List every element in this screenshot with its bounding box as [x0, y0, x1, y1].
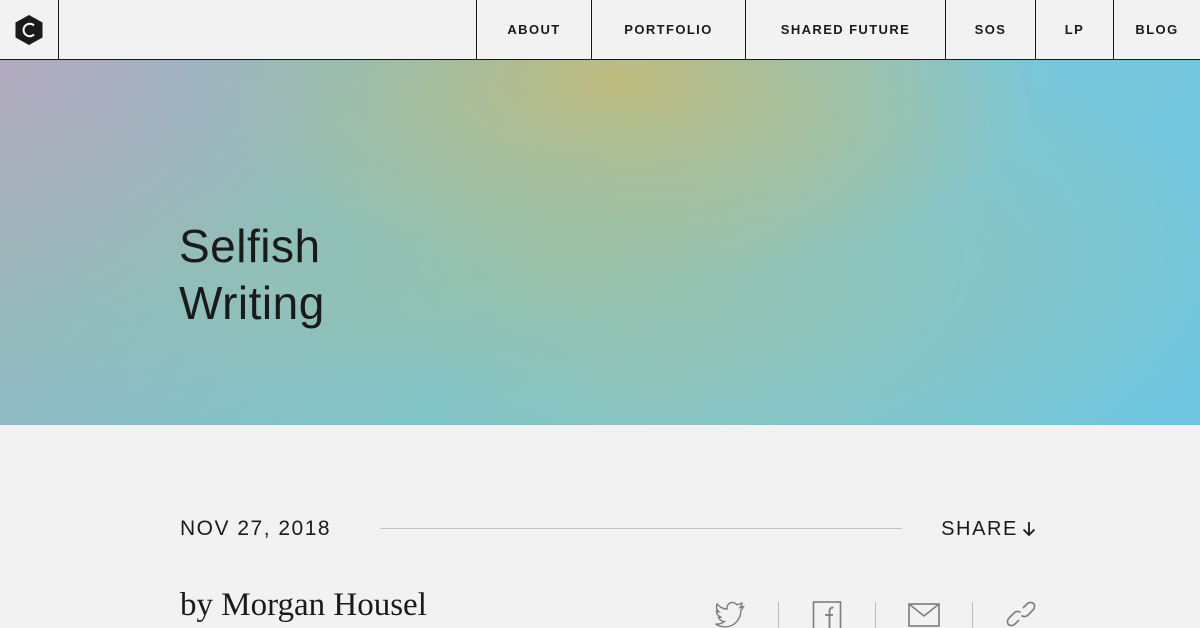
- article-meta-row: NOV 27, 2018 SHARE: [180, 515, 1036, 543]
- link-icon: [1006, 601, 1036, 627]
- nav-blog[interactable]: BLOG: [1113, 0, 1200, 59]
- share-email-button[interactable]: [904, 598, 944, 628]
- share-label: SHARE: [941, 518, 1018, 540]
- share-link-button[interactable]: [1001, 598, 1041, 628]
- nav-shared-future[interactable]: SHARED FUTURE: [745, 0, 945, 59]
- main-nav: ABOUT PORTFOLIO SHARED FUTURE SOS LP BLO…: [476, 0, 1200, 59]
- icon-divider: [875, 602, 876, 628]
- publish-date: NOV 27, 2018: [180, 517, 332, 540]
- twitter-icon: [715, 601, 745, 628]
- meta-divider-line: [380, 528, 902, 529]
- article-title: Selfish Writing: [179, 218, 599, 332]
- facebook-icon: [812, 601, 842, 628]
- nav-about[interactable]: ABOUT: [476, 0, 591, 59]
- author-byline: by Morgan Housel: [180, 587, 427, 623]
- title-line-1: Selfish: [179, 220, 321, 272]
- icon-divider: [972, 602, 973, 628]
- icon-divider: [778, 602, 779, 628]
- nav-lp[interactable]: LP: [1035, 0, 1113, 59]
- share-toggle-button[interactable]: SHARE: [941, 515, 1036, 543]
- logo-link[interactable]: [0, 0, 59, 59]
- nav-sos[interactable]: SOS: [945, 0, 1035, 59]
- arrow-down-icon: [1022, 522, 1036, 537]
- title-line-2: Writing: [179, 277, 325, 329]
- share-facebook-button[interactable]: [807, 598, 847, 628]
- top-navigation-bar: ABOUT PORTFOLIO SHARED FUTURE SOS LP BLO…: [0, 0, 1200, 60]
- hexagon-c-logo-icon: [15, 15, 43, 45]
- nav-portfolio[interactable]: PORTFOLIO: [591, 0, 745, 59]
- share-twitter-button[interactable]: [710, 598, 750, 628]
- hero-banner: Selfish Writing: [0, 60, 1200, 425]
- email-icon: [908, 603, 940, 627]
